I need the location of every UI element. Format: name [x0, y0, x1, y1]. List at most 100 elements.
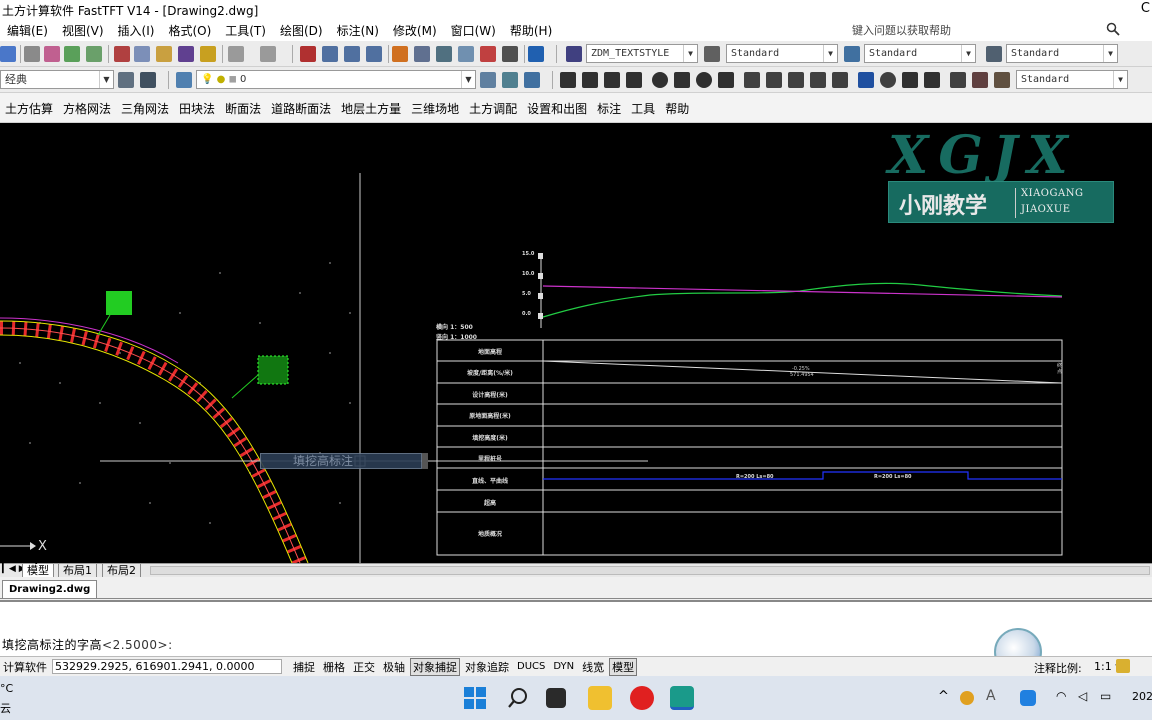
dim-update-icon[interactable] [994, 72, 1010, 88]
recorder-icon[interactable] [630, 686, 654, 710]
toggle-ducs[interactable]: DUCS [514, 660, 548, 673]
windows-start-icon[interactable] [464, 687, 486, 709]
workspace-select[interactable]: 经典 ▼ [0, 70, 114, 89]
menu-help-custom[interactable]: 帮助 [660, 100, 694, 117]
toggle-polar[interactable]: 极轴 [380, 658, 408, 676]
dim-edit-icon[interactable] [950, 72, 966, 88]
print-preview-icon[interactable] [44, 46, 60, 62]
zoom-window-icon[interactable] [344, 46, 360, 62]
redo-icon[interactable] [260, 46, 276, 62]
text-style-icon[interactable] [566, 46, 582, 62]
menu-help[interactable]: 帮助(H) [503, 22, 559, 39]
markup-icon[interactable] [480, 46, 496, 62]
menu-3d-site[interactable]: 三维场地 [406, 100, 464, 117]
menu-annotate[interactable]: 标注 [592, 100, 626, 117]
menu-format[interactable]: 格式(O) [161, 22, 218, 39]
clock[interactable]: 202 [1132, 690, 1152, 703]
menu-road-section-method[interactable]: 道路断面法 [266, 100, 336, 117]
tab-layout1[interactable]: 布局1 [58, 564, 97, 578]
search-icon-taskbar[interactable] [506, 686, 530, 710]
horizontal-scrollbar[interactable] [150, 566, 1150, 575]
task-view-icon[interactable] [546, 688, 566, 708]
dim-break-icon[interactable] [832, 72, 848, 88]
menu-field-block-method[interactable]: 田块法 [174, 100, 220, 117]
command-line[interactable]: 填挖高标注的字高<2.5000>: [2, 636, 173, 653]
arc-length-icon[interactable] [604, 72, 620, 88]
baseline-dim-icon[interactable] [766, 72, 782, 88]
menu-dimension[interactable]: 标注(N) [330, 22, 386, 39]
dim-style-select[interactable]: Standard ▼ [726, 44, 838, 63]
continue-dim-icon[interactable] [788, 72, 804, 88]
toggle-ortho[interactable]: 正交 [350, 658, 378, 676]
center-mark-icon[interactable] [880, 72, 896, 88]
help-icon[interactable] [528, 46, 544, 62]
volume-icon[interactable]: ◁ [1078, 689, 1087, 703]
tray-app-icon[interactable] [960, 691, 974, 705]
menu-view[interactable]: 视图(V) [55, 22, 111, 39]
toggle-grid[interactable]: 栅格 [320, 658, 348, 676]
cut-icon[interactable] [114, 46, 130, 62]
menu-section-method[interactable]: 断面法 [220, 100, 266, 117]
dim-space-icon[interactable] [810, 72, 826, 88]
command-window[interactable]: 填挖高标注的字高<2.5000>: [0, 600, 1152, 676]
toggle-otrack[interactable]: 对象追踪 [462, 658, 512, 676]
menu-modify[interactable]: 修改(M) [386, 22, 444, 39]
menu-grid-method[interactable]: 方格网法 [58, 100, 116, 117]
cad-app-icon[interactable] [670, 686, 694, 710]
text-style-select[interactable]: ZDM_TEXTSTYLE ▼ [586, 44, 698, 63]
calculator-icon[interactable] [502, 46, 518, 62]
toggle-snap[interactable]: 捕捉 [290, 658, 318, 676]
close-icon[interactable]: C [1141, 1, 1150, 16]
menu-settings-output[interactable]: 设置和出图 [522, 100, 592, 117]
layer-previous-icon[interactable] [502, 72, 518, 88]
menu-tools-custom[interactable]: 工具 [626, 100, 660, 117]
undo-icon[interactable] [228, 46, 244, 62]
menu-edit[interactable]: 编辑(E) [0, 22, 55, 39]
pan-icon[interactable] [300, 46, 316, 62]
publish-icon[interactable] [64, 46, 80, 62]
annotation-visibility-icon[interactable] [1116, 659, 1130, 673]
zoom-previous-icon[interactable] [366, 46, 382, 62]
doc-tab-drawing2[interactable]: Drawing2.dwg [2, 580, 98, 598]
print-icon[interactable] [24, 46, 40, 62]
chevron-up-icon[interactable]: ^ [938, 689, 949, 704]
tray-font-icon[interactable]: A [986, 688, 996, 704]
search-icon[interactable] [1106, 22, 1122, 39]
multileader-style-icon[interactable] [986, 46, 1002, 62]
toggle-osnap[interactable]: 对象捕捉 [410, 657, 460, 676]
design-center-icon[interactable] [414, 46, 430, 62]
layer-manager-icon[interactable] [176, 72, 192, 88]
menu-stratum-earthwork[interactable]: 地层土方量 [336, 100, 406, 117]
menu-earthwork-estimate[interactable]: 土方估算 [0, 100, 58, 117]
inspection-icon[interactable] [902, 72, 918, 88]
3d-dwf-icon[interactable] [86, 46, 102, 62]
jogged-dim-icon[interactable] [674, 72, 690, 88]
toggle-model[interactable]: 模型 [609, 657, 638, 676]
zoom-realtime-icon[interactable] [322, 46, 338, 62]
table-style-icon[interactable] [844, 46, 860, 62]
angular-dim-icon[interactable] [718, 72, 734, 88]
dim-style-icon[interactable] [704, 46, 720, 62]
paste-icon[interactable] [156, 46, 172, 62]
make-layer-current-icon[interactable] [480, 72, 496, 88]
copy-icon[interactable] [134, 46, 150, 62]
menu-tools[interactable]: 工具(T) [218, 22, 273, 39]
table-style-select[interactable]: Standard ▼ [864, 44, 976, 63]
help-search-input[interactable]: 键入问题以获取帮助 [848, 22, 1104, 39]
save-icon[interactable] [0, 46, 16, 62]
jogged-linear-icon[interactable] [924, 72, 940, 88]
tray-qq-icon[interactable] [1020, 690, 1036, 706]
tool-palettes-icon[interactable] [436, 46, 452, 62]
tab-layout2[interactable]: 布局2 [102, 564, 141, 578]
toggle-lineweight[interactable]: 线宽 [579, 658, 607, 676]
match-properties-icon[interactable] [178, 46, 194, 62]
tolerance-icon[interactable] [858, 72, 874, 88]
quick-dim-icon[interactable] [744, 72, 760, 88]
drawing-canvas[interactable]: 横向 1：500 竖向 1：1000 15.0 10.0 5.0 0.0 地面高… [0, 123, 1152, 563]
menu-window[interactable]: 窗口(W) [444, 22, 503, 39]
menu-earthwork-allocation[interactable]: 土方调配 [464, 100, 522, 117]
multileader-style-select[interactable]: Standard ▼ [1006, 44, 1118, 63]
aligned-dim-icon[interactable] [582, 72, 598, 88]
menu-triangle-method[interactable]: 三角网法 [116, 100, 174, 117]
battery-icon[interactable]: ▭ [1100, 689, 1111, 703]
